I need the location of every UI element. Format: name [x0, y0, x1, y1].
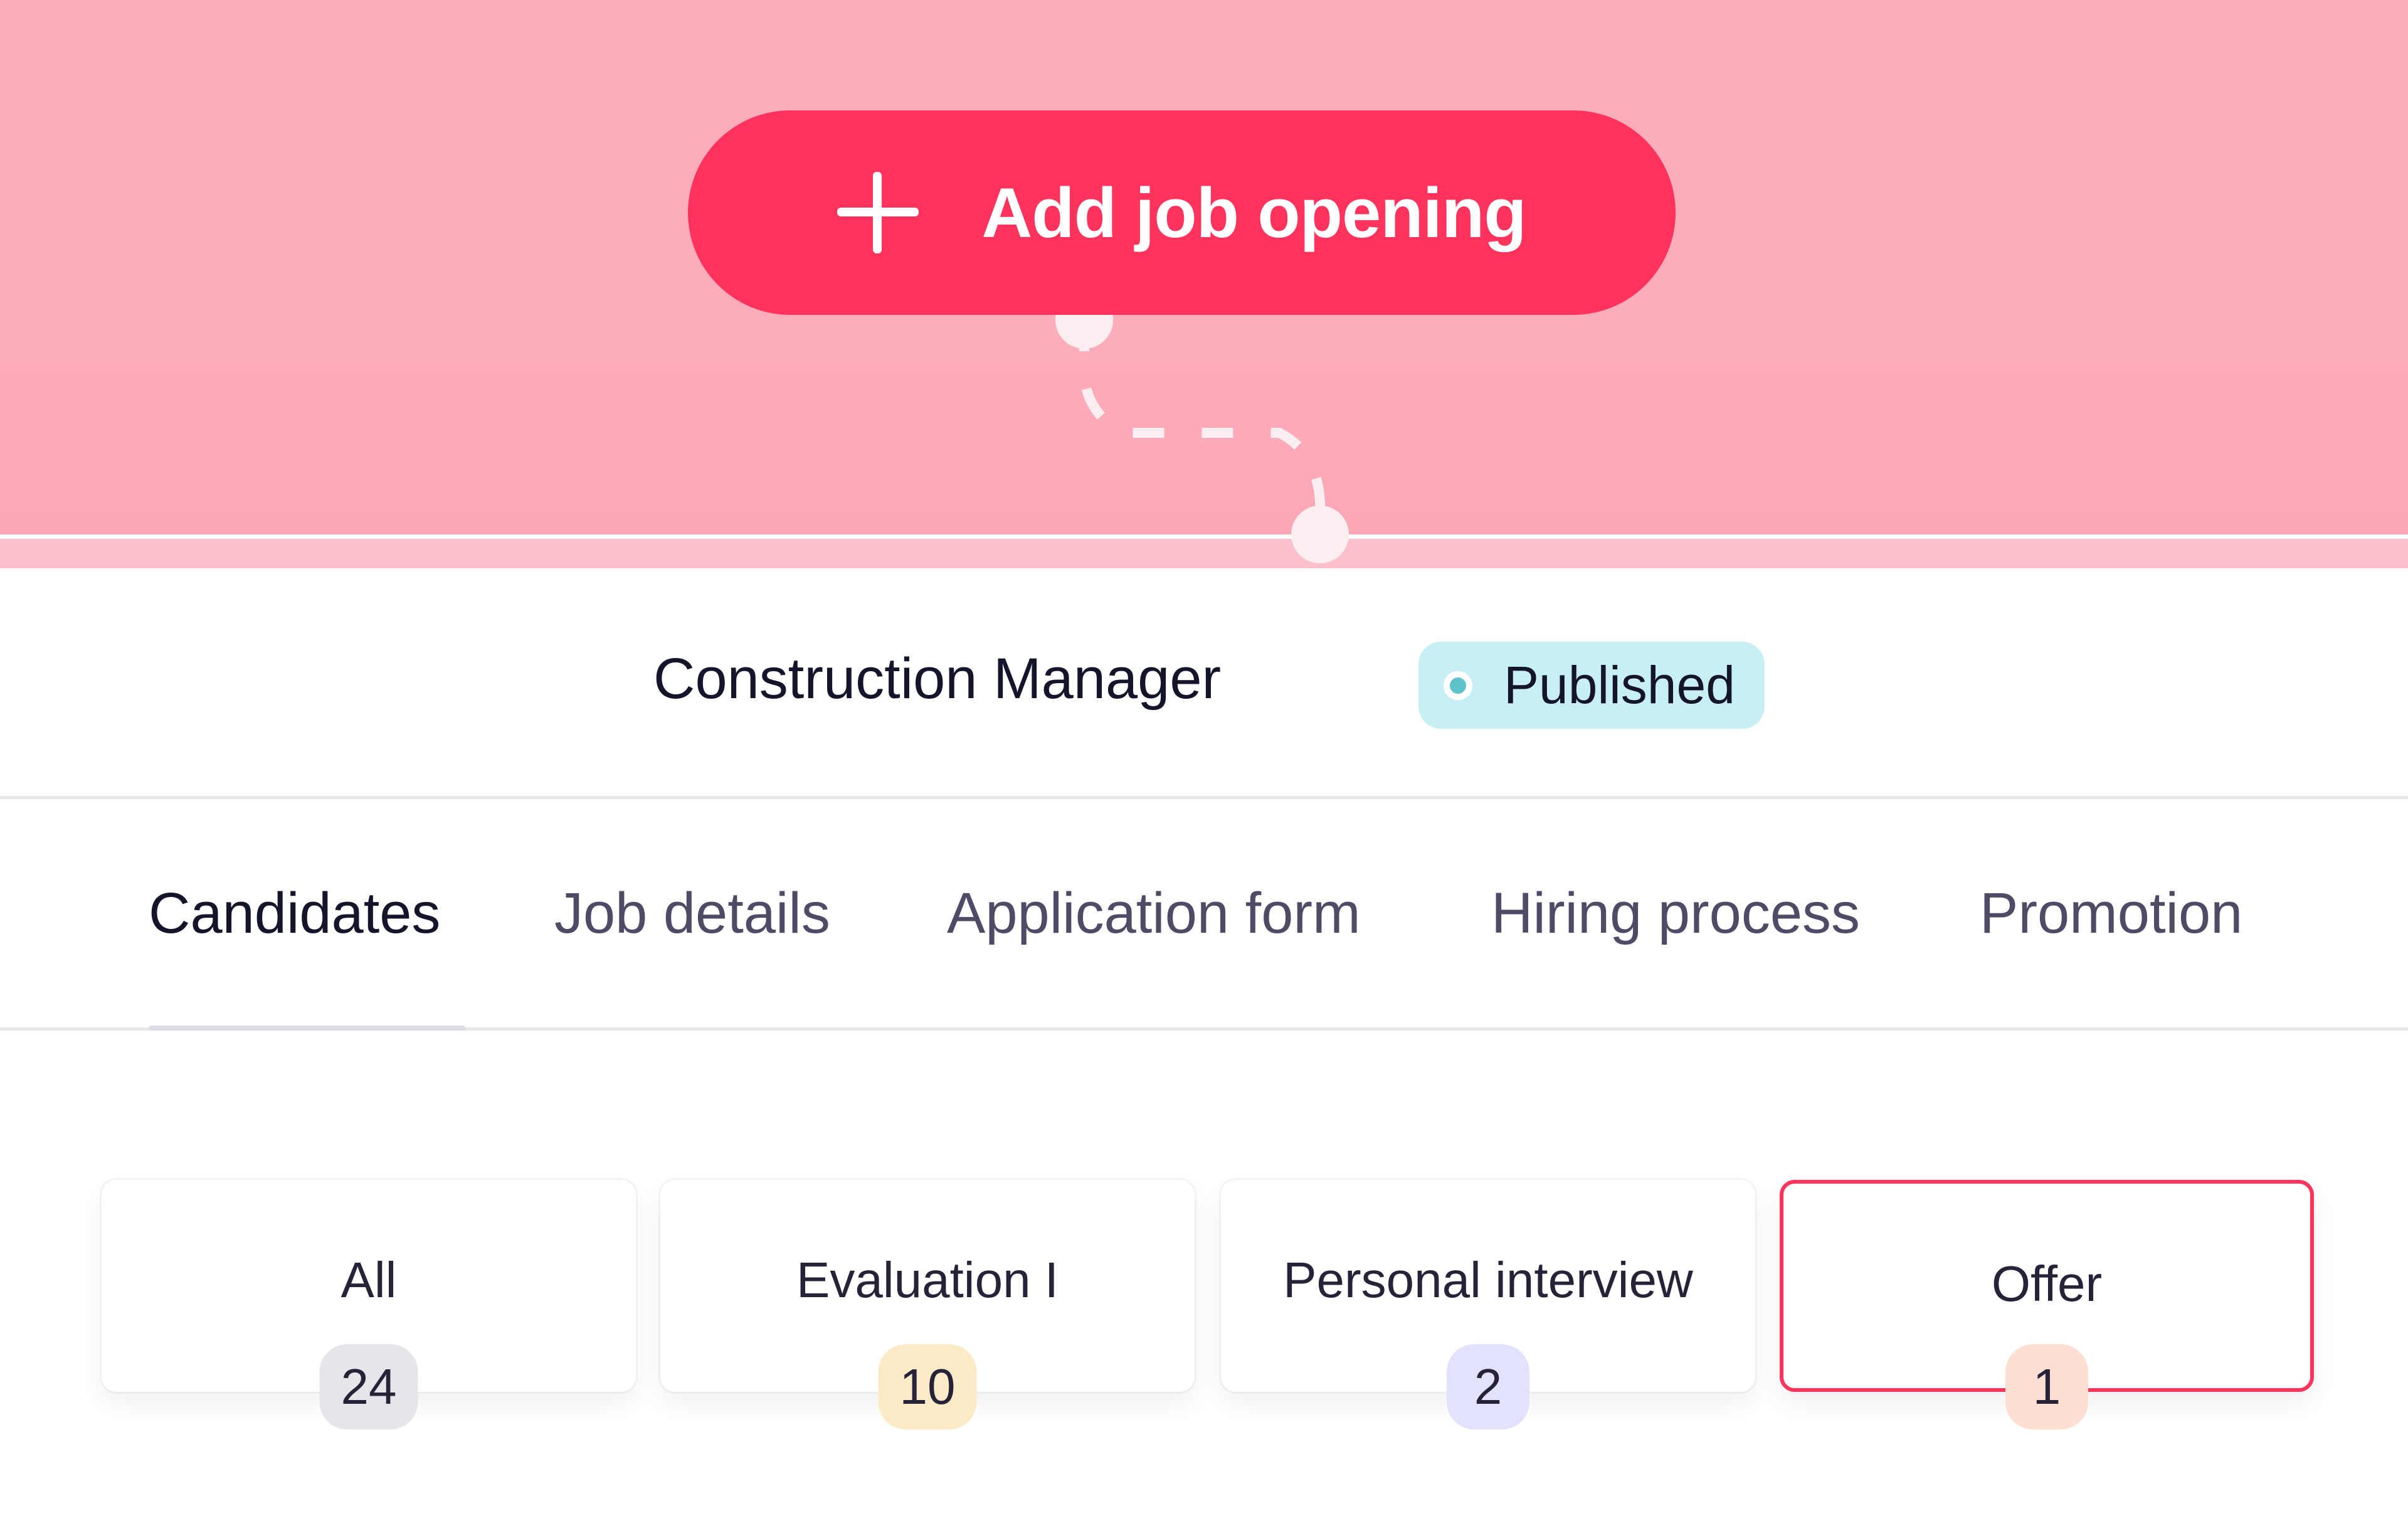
status-badge: Published: [1418, 642, 1765, 729]
hero-divider: [0, 534, 2408, 568]
stage-card-all[interactable]: All 24: [102, 1180, 636, 1430]
plus-icon: [837, 172, 919, 253]
stage-label: Personal interview: [1283, 1252, 1693, 1308]
tab-job-details[interactable]: Job details: [554, 881, 830, 947]
stage-card-offer[interactable]: Offer 1: [1780, 1180, 2314, 1430]
active-tab-indicator: [149, 1026, 465, 1031]
stage-card-personal-interview[interactable]: Personal interview 2: [1221, 1180, 1755, 1430]
stage-card-evaluation-i[interactable]: Evaluation I 10: [660, 1180, 1195, 1430]
job-title: Construction Manager: [653, 647, 1222, 711]
stage-count-badge: 2: [1447, 1344, 1529, 1430]
stage-count-badge: 24: [319, 1344, 418, 1430]
status-dot-icon: [1444, 671, 1472, 700]
stage-label: Offer: [1991, 1256, 2103, 1312]
tab-bar: Candidates Job details Application form …: [0, 799, 2408, 1031]
status-text: Published: [1504, 655, 1735, 714]
tab-application-form[interactable]: Application form: [947, 881, 1361, 947]
stage-label: Evaluation I: [796, 1252, 1059, 1308]
stage-count-badge: 10: [878, 1344, 977, 1430]
stage-label: All: [341, 1252, 397, 1308]
tab-promotion[interactable]: Promotion: [1980, 881, 2242, 947]
tab-candidates[interactable]: Candidates: [149, 881, 440, 947]
tab-hiring-process[interactable]: Hiring process: [1491, 881, 1860, 947]
stage-count-badge: 1: [2005, 1344, 2088, 1430]
add-job-opening-label: Add job opening: [981, 173, 1526, 252]
add-job-opening-button[interactable]: Add job opening: [688, 110, 1676, 315]
